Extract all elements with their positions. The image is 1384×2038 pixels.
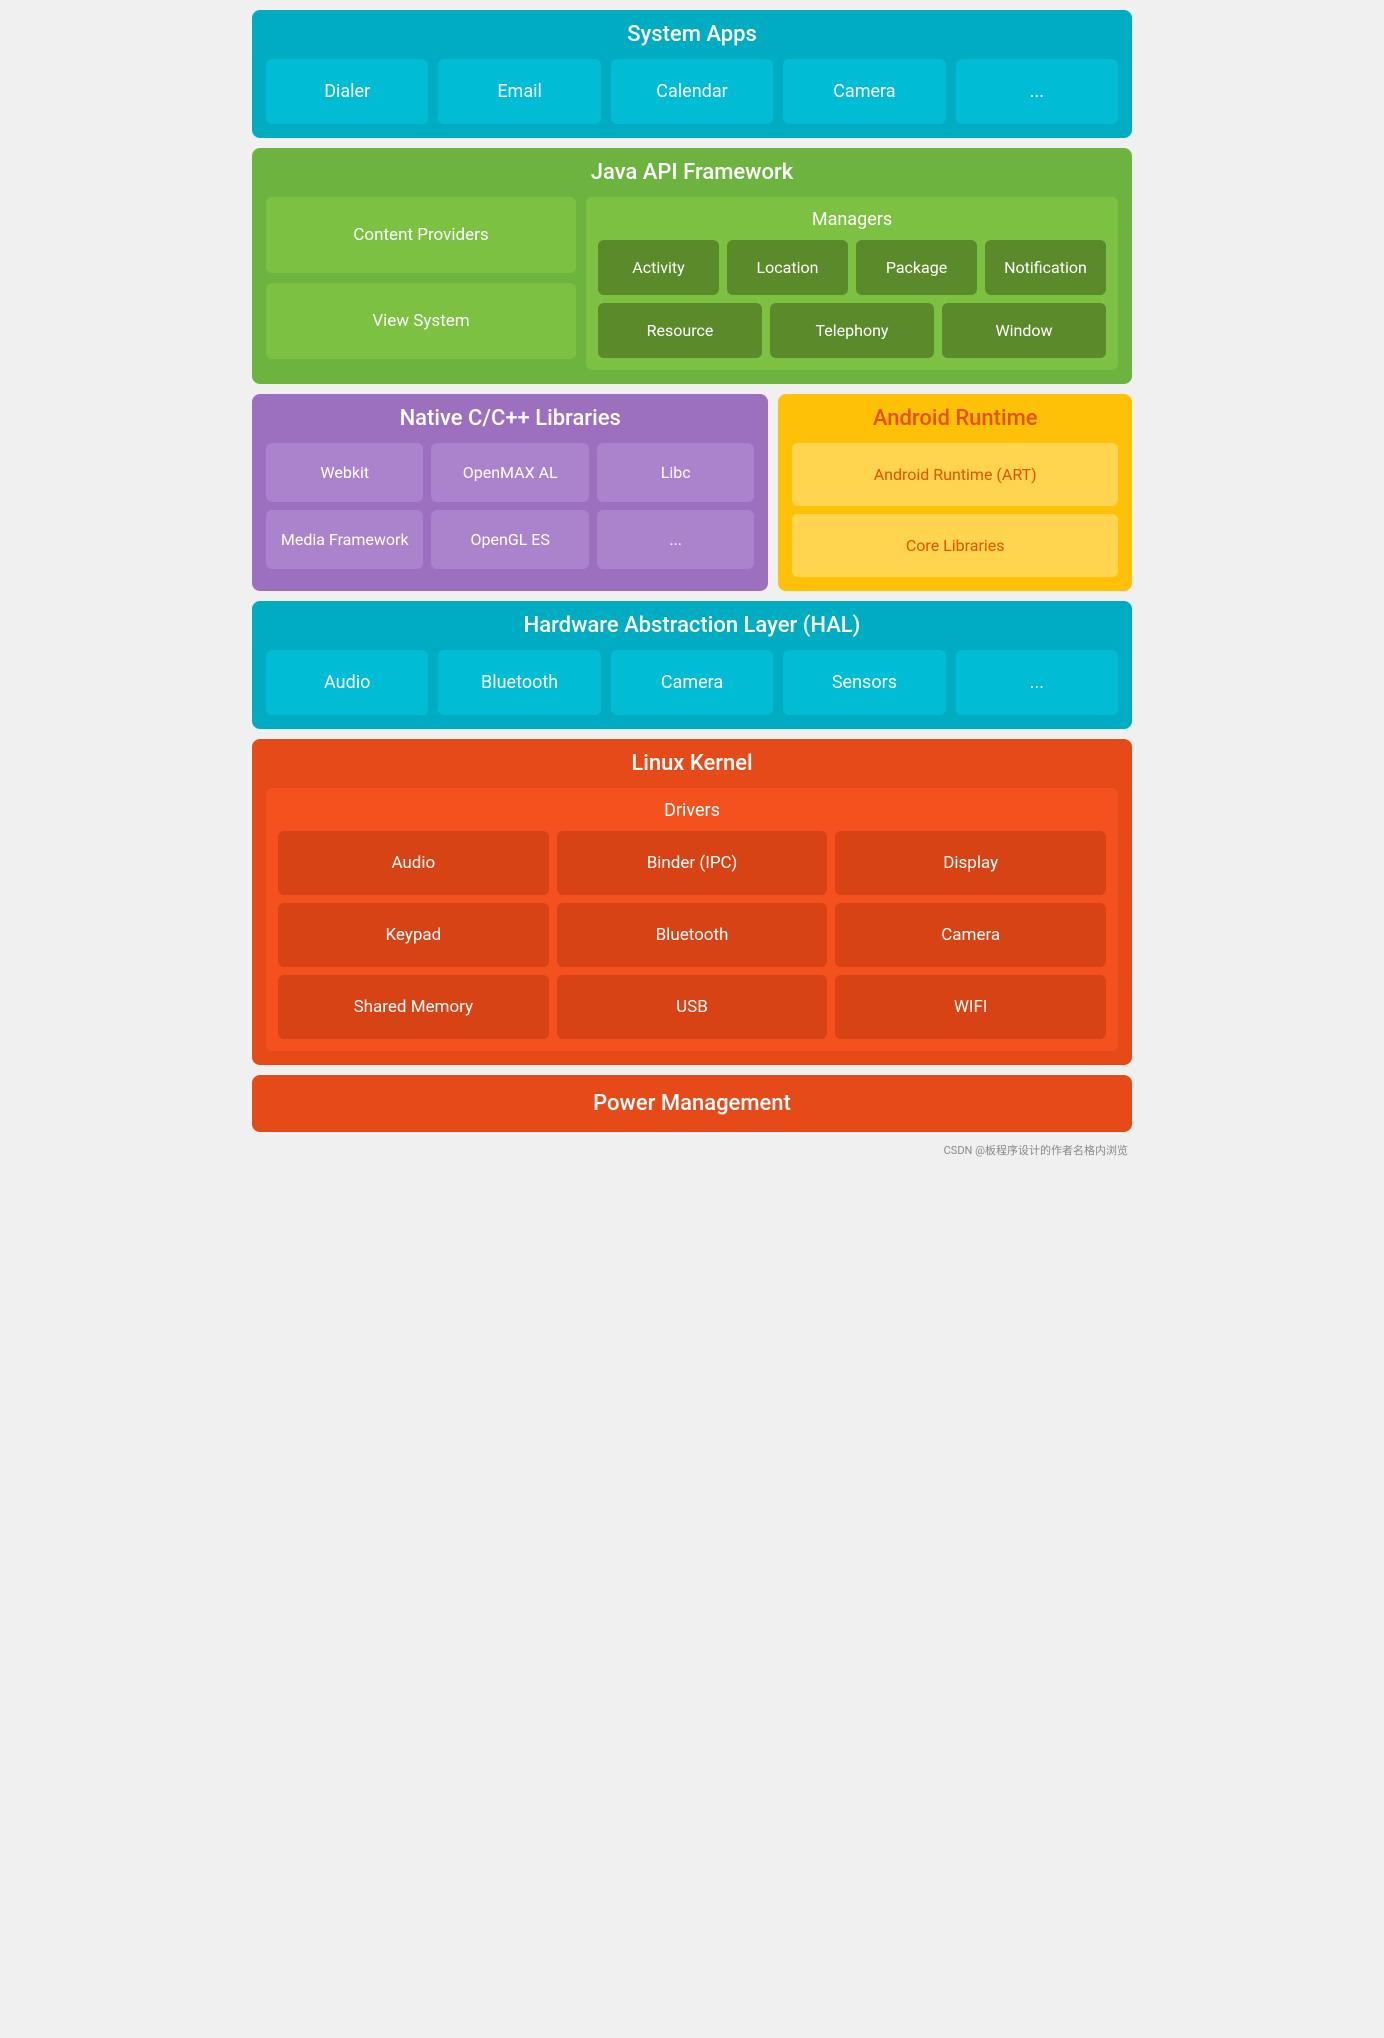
android-runtime-title: Android Runtime [792, 406, 1118, 431]
native-row-1: Webkit OpenMAX AL Libc [266, 443, 754, 502]
java-api-left: Content Providers View System [266, 197, 576, 370]
runtime-grid: Android Runtime (ART) Core Libraries [792, 443, 1118, 577]
runtime-art: Android Runtime (ART) [792, 443, 1118, 506]
native-webkit: Webkit [266, 443, 423, 502]
driver-shared-memory: Shared Memory [278, 975, 549, 1039]
native-more: ... [597, 510, 754, 569]
kernel-title: Linux Kernel [266, 751, 1118, 776]
driver-audio: Audio [278, 831, 549, 895]
java-api-layer: Java API Framework Content Providers Vie… [252, 148, 1132, 384]
system-apps-title: System Apps [266, 22, 1118, 47]
driver-camera: Camera [835, 903, 1106, 967]
driver-display: Display [835, 831, 1106, 895]
managers-row-1: Activity Location Package Notification [598, 240, 1106, 295]
middle-row: Native C/C++ Libraries Webkit OpenMAX AL… [252, 394, 1132, 591]
manager-notification: Notification [985, 240, 1106, 295]
native-libs-grid: Webkit OpenMAX AL Libc Media Framework O… [266, 443, 754, 569]
java-api-title: Java API Framework [266, 160, 1118, 185]
manager-activity: Activity [598, 240, 719, 295]
driver-wifi: WIFI [835, 975, 1106, 1039]
system-app-camera: Camera [783, 59, 945, 124]
drivers-grid: Audio Binder (IPC) Display Keypad Blueto… [278, 831, 1106, 1039]
native-row-2: Media Framework OpenGL ES ... [266, 510, 754, 569]
manager-resource: Resource [598, 303, 762, 358]
system-apps-grid: Dialer Email Calendar Camera ... [266, 59, 1118, 124]
native-libc: Libc [597, 443, 754, 502]
hal-layer: Hardware Abstraction Layer (HAL) Audio B… [252, 601, 1132, 729]
kernel-layer: Linux Kernel Drivers Audio Binder (IPC) … [252, 739, 1132, 1065]
managers-container: Managers Activity Location Package Notif… [586, 197, 1118, 370]
native-libs-title: Native C/C++ Libraries [266, 406, 754, 431]
native-libs-layer: Native C/C++ Libraries Webkit OpenMAX AL… [252, 394, 768, 591]
hal-grid: Audio Bluetooth Camera Sensors ... [266, 650, 1118, 715]
system-app-email: Email [438, 59, 600, 124]
native-openmax: OpenMAX AL [431, 443, 588, 502]
driver-usb: USB [557, 975, 828, 1039]
driver-binder: Binder (IPC) [557, 831, 828, 895]
watermark: CSDN @板程序设计的作者名格内浏览 [252, 1142, 1132, 1158]
hal-camera: Camera [611, 650, 773, 715]
content-providers: Content Providers [266, 197, 576, 273]
manager-telephony: Telephony [770, 303, 934, 358]
native-opengl: OpenGL ES [431, 510, 588, 569]
manager-window: Window [942, 303, 1106, 358]
manager-package: Package [856, 240, 977, 295]
drivers-row-2: Keypad Bluetooth Camera [278, 903, 1106, 967]
system-app-calendar: Calendar [611, 59, 773, 124]
view-system: View System [266, 283, 576, 359]
drivers-row-1: Audio Binder (IPC) Display [278, 831, 1106, 895]
android-architecture-diagram: System Apps Dialer Email Calendar Camera… [252, 10, 1132, 1158]
manager-location: Location [727, 240, 848, 295]
system-apps-layer: System Apps Dialer Email Calendar Camera… [252, 10, 1132, 138]
driver-keypad: Keypad [278, 903, 549, 967]
java-api-content: Content Providers View System Managers A… [266, 197, 1118, 370]
hal-bluetooth: Bluetooth [438, 650, 600, 715]
android-runtime-layer: Android Runtime Android Runtime (ART) Co… [778, 394, 1132, 591]
drivers-title: Drivers [278, 800, 1106, 821]
driver-bluetooth: Bluetooth [557, 903, 828, 967]
managers-title: Managers [598, 209, 1106, 230]
managers-row-2: Resource Telephony Window [598, 303, 1106, 358]
power-management-title: Power Management [593, 1091, 791, 1116]
runtime-core-libraries: Core Libraries [792, 514, 1118, 577]
hal-more: ... [956, 650, 1118, 715]
native-media-framework: Media Framework [266, 510, 423, 569]
hal-sensors: Sensors [783, 650, 945, 715]
hal-title: Hardware Abstraction Layer (HAL) [266, 613, 1118, 638]
drivers-container: Drivers Audio Binder (IPC) Display Keypa… [266, 788, 1118, 1051]
system-app-dialer: Dialer [266, 59, 428, 124]
hal-audio: Audio [266, 650, 428, 715]
drivers-row-3: Shared Memory USB WIFI [278, 975, 1106, 1039]
system-app-more: ... [956, 59, 1118, 124]
managers-grid: Activity Location Package Notification R… [598, 240, 1106, 358]
power-management-layer: Power Management [252, 1075, 1132, 1132]
